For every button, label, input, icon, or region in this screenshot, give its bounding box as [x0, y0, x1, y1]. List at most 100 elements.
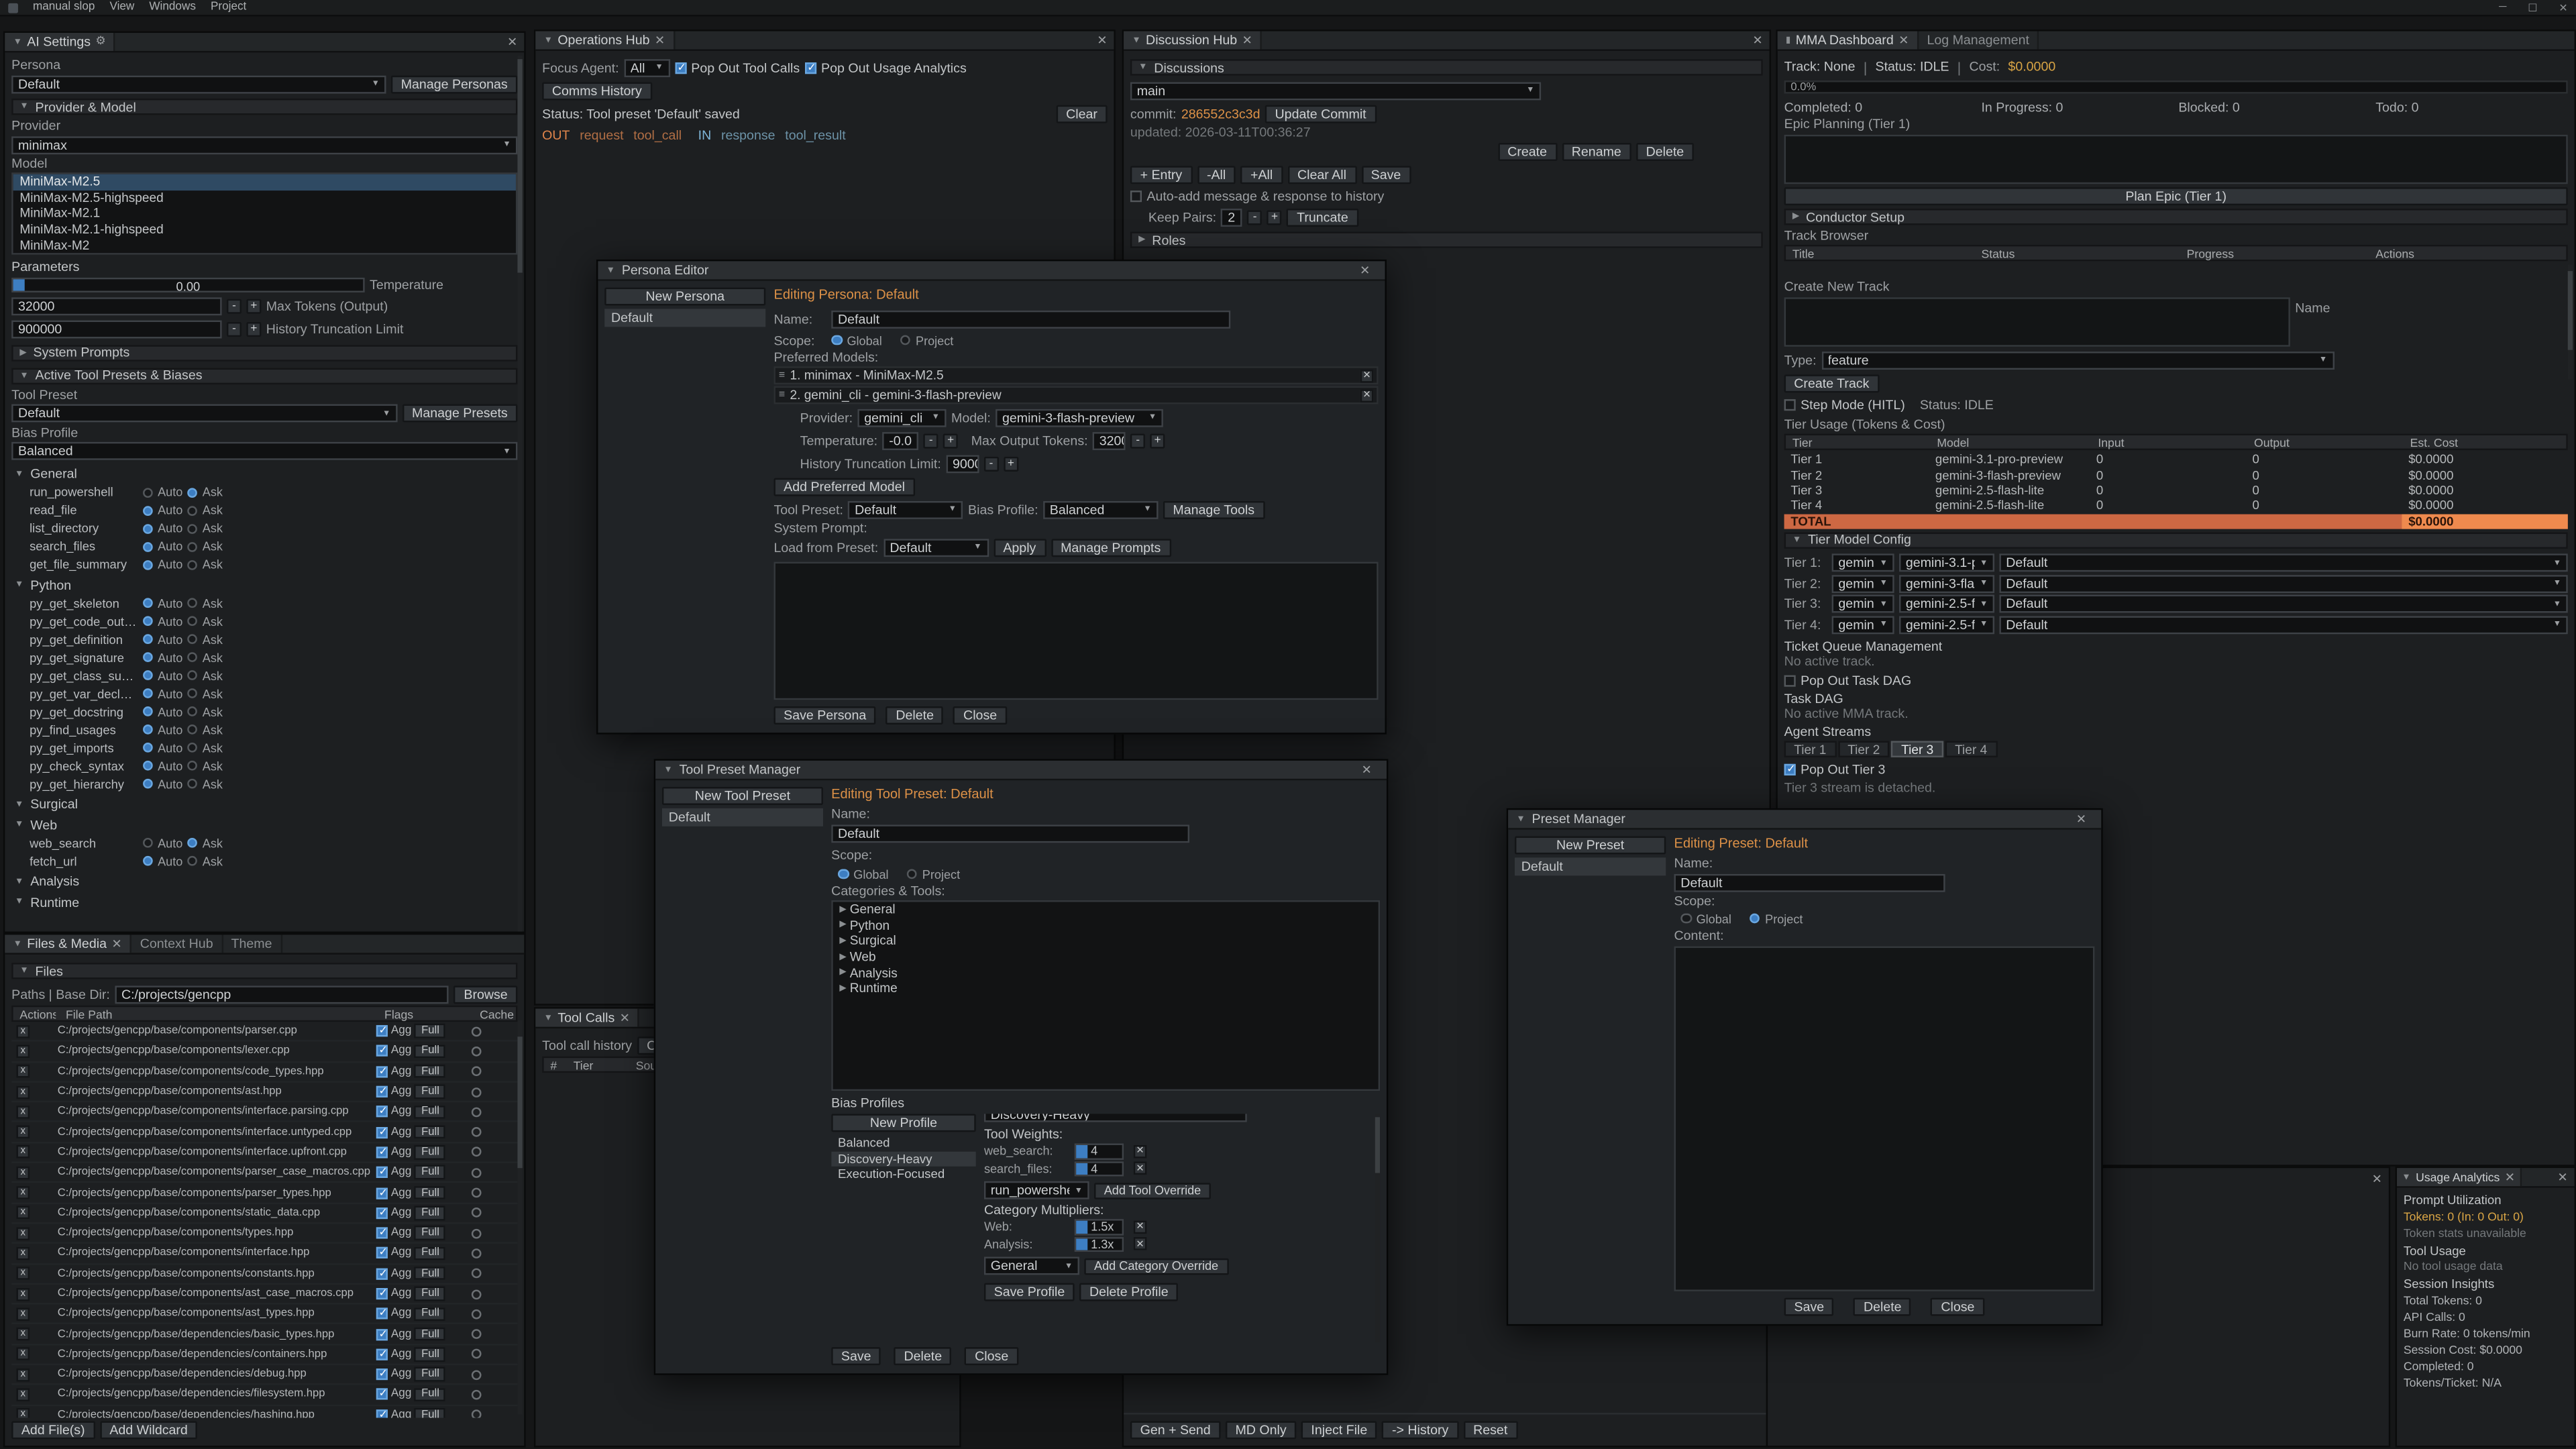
load-preset-select[interactable]: Default▼ — [883, 538, 989, 556]
full-button[interactable]: Full — [415, 1226, 445, 1240]
discussion-close-icon[interactable]: ✕ — [1752, 34, 1762, 46]
reorder-handle-icon[interactable]: ≡ — [779, 389, 785, 400]
add-category-override-button[interactable]: Add Category Override — [1084, 1258, 1228, 1274]
remove-weight-icon[interactable]: ✕ — [1134, 1162, 1147, 1175]
remove-file-button[interactable]: x — [16, 1388, 30, 1401]
tool-auto-radio[interactable] — [143, 617, 153, 627]
plus-icon[interactable]: + — [943, 433, 958, 447]
tool-auto-radio[interactable] — [143, 839, 153, 849]
pop-out-dag-checkbox[interactable] — [1784, 676, 1796, 688]
weight-input[interactable]: 4 — [1075, 1143, 1124, 1159]
entry-button[interactable]: + Entry — [1130, 165, 1192, 183]
tab-log-management[interactable]: Log Management — [1919, 32, 2039, 50]
agg-checkbox[interactable] — [376, 1208, 388, 1219]
full-button[interactable]: Full — [415, 1165, 445, 1179]
clear-status-button[interactable]: Clear — [1056, 105, 1107, 123]
scrollbar[interactable] — [1375, 1114, 1380, 1341]
agg-checkbox[interactable] — [376, 1368, 388, 1380]
provider-select[interactable]: minimax▼ — [11, 136, 517, 154]
remove-file-button[interactable]: x — [16, 1024, 30, 1038]
agg-checkbox[interactable] — [376, 1126, 388, 1138]
truncate-button[interactable]: Truncate — [1287, 208, 1358, 226]
analysis-section-toggle[interactable]: ▼Analysis — [15, 875, 517, 890]
tool-auto-radio[interactable] — [143, 725, 153, 735]
category-item[interactable]: ▶Runtime — [833, 981, 1379, 996]
tab-tool-calls[interactable]: ▼ Tool Calls ✕ — [535, 1009, 639, 1027]
remove-file-button[interactable]: x — [16, 1368, 30, 1381]
model-option[interactable]: MiniMax-M2.5 — [13, 174, 516, 190]
override-tool-select[interactable]: run_powershell▼ — [984, 1181, 1089, 1199]
save-tool-preset-button[interactable]: Save — [831, 1346, 881, 1364]
pop-out-tool-calls-checkbox[interactable] — [675, 62, 686, 73]
plus-icon[interactable]: + — [1150, 433, 1165, 447]
manage-presets-button[interactable]: Manage Presets — [402, 405, 517, 423]
remove-file-button[interactable]: x — [16, 1186, 30, 1199]
full-button[interactable]: Full — [415, 1206, 445, 1220]
gear-icon[interactable]: ⚙ — [95, 36, 105, 48]
provider-model-section-header[interactable]: ▼Provider & Model — [11, 99, 517, 115]
new-profile-button[interactable]: New Profile — [831, 1114, 976, 1132]
agg-checkbox[interactable] — [376, 1288, 388, 1299]
agg-checkbox[interactable] — [376, 1066, 388, 1077]
menu-item[interactable]: Project — [211, 1, 246, 13]
full-button[interactable]: Full — [415, 1267, 445, 1281]
model-option[interactable]: MiniMax-M2.1-highspeed — [13, 221, 516, 237]
pe-provider-select[interactable]: gemini_cli▼ — [857, 409, 946, 427]
tool-preset-titlebar[interactable]: ▼ Tool Preset Manager ✕ — [655, 761, 1387, 780]
new-persona-button[interactable]: New Persona — [604, 288, 765, 306]
minus-icon[interactable]: - — [227, 300, 241, 315]
tool-ask-radio[interactable] — [188, 635, 198, 645]
persona-name-input[interactable]: Default — [831, 310, 1230, 328]
persona-select[interactable]: Default▼ — [11, 74, 386, 93]
bias-profile-item[interactable]: Balanced — [831, 1135, 976, 1150]
roles-section-header[interactable]: ▶Roles — [1130, 231, 1763, 248]
full-button[interactable]: Full — [415, 1348, 445, 1362]
python-section-toggle[interactable]: ▼Python — [15, 578, 517, 593]
tab-mma-dashboard[interactable]: ▮ MMA Dashboard ✕ — [1778, 32, 1919, 50]
full-button[interactable]: Full — [415, 1145, 445, 1159]
add-wildcard-button[interactable]: Add Wildcard — [100, 1420, 198, 1438]
ai-settings-close-icon[interactable]: ✕ — [507, 36, 517, 48]
delete-profile-button[interactable]: Delete Profile — [1079, 1283, 1178, 1301]
remove-file-button[interactable]: x — [16, 1247, 30, 1260]
tool-ask-radio[interactable] — [188, 560, 198, 570]
remove-file-button[interactable]: x — [16, 1166, 30, 1179]
tool-auto-radio[interactable] — [143, 857, 153, 867]
agg-checkbox[interactable] — [376, 1248, 388, 1259]
tool-auto-radio[interactable] — [143, 635, 153, 645]
tool-auto-radio[interactable] — [143, 488, 153, 498]
entry-button[interactable]: Save — [1361, 165, 1411, 183]
tab-ai-settings[interactable]: ▼ AI Settings ⚙ — [5, 33, 115, 51]
discussion-tab-close-icon[interactable]: ✕ — [1242, 34, 1252, 46]
agg-checkbox[interactable] — [376, 1328, 388, 1340]
stream-tab[interactable]: Tier 3 — [1891, 742, 1943, 758]
tool-ask-radio[interactable] — [188, 524, 198, 534]
override-category-select[interactable]: General▼ — [984, 1256, 1079, 1275]
tab-files-media[interactable]: ▼ Files & Media ✕ — [5, 934, 131, 953]
operations-close-icon[interactable]: ✕ — [1097, 34, 1107, 46]
tool-auto-radio[interactable] — [143, 743, 153, 753]
comms-history-button[interactable]: Comms History — [542, 81, 651, 99]
manage-prompts-button[interactable]: Manage Prompts — [1051, 538, 1171, 556]
discussion-manage-button[interactable]: Delete — [1636, 142, 1694, 160]
apply-button[interactable]: Apply — [994, 538, 1046, 556]
entry-button[interactable]: +All — [1240, 165, 1283, 183]
discussion-action-button[interactable]: -> History — [1382, 1420, 1458, 1438]
delete-persona-button[interactable]: Delete — [886, 706, 944, 724]
full-button[interactable]: Full — [415, 1105, 445, 1119]
remove-file-button[interactable]: x — [16, 1307, 30, 1321]
multiplier-input[interactable]: 1.3x — [1075, 1236, 1124, 1252]
bias-profile-select[interactable]: Balanced▼ — [11, 443, 517, 461]
tool-ask-radio[interactable] — [188, 707, 198, 717]
plus-icon[interactable]: + — [246, 323, 261, 337]
full-button[interactable]: Full — [415, 1287, 445, 1301]
tier-model-select[interactable]: gemini-3.1-pro-p▼ — [1899, 554, 1994, 572]
agg-checkbox[interactable] — [376, 1106, 388, 1118]
category-item[interactable]: ▶Web — [833, 949, 1379, 965]
add-tool-override-button[interactable]: Add Tool Override — [1094, 1182, 1211, 1198]
tool-ask-radio[interactable] — [188, 780, 198, 790]
remove-file-button[interactable]: x — [16, 1126, 30, 1139]
pop-out-tier-checkbox[interactable] — [1784, 765, 1796, 776]
tool-auto-radio[interactable] — [143, 671, 153, 681]
agg-checkbox[interactable] — [376, 1086, 388, 1097]
